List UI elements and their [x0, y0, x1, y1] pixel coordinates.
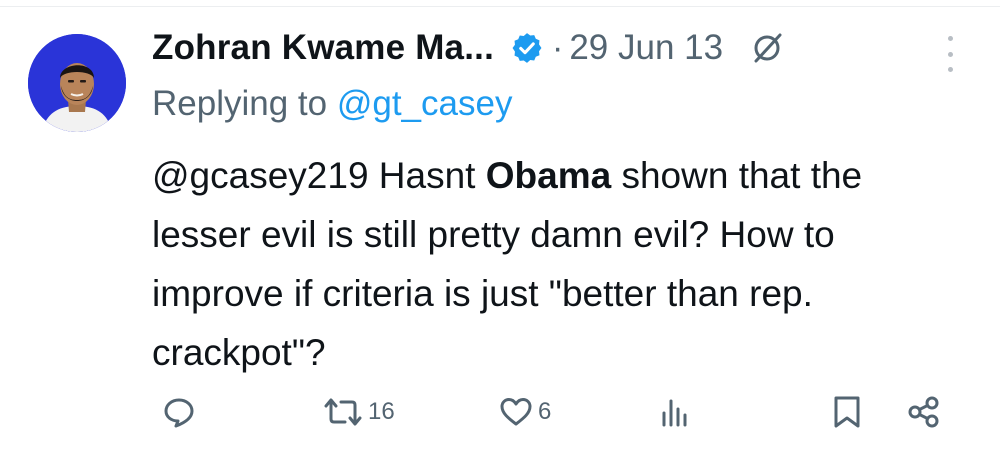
more-options-icon[interactable]	[940, 36, 960, 72]
dot-separator: ·	[552, 28, 564, 67]
retweet-count: 16	[368, 398, 395, 425]
speech-bubble-icon	[162, 395, 196, 429]
prohibited-circle-icon	[751, 31, 785, 65]
tweet-header: Zohran Kwame Ma... · 29 Jun 13	[152, 28, 785, 68]
action-bar: 16 6	[0, 388, 1000, 436]
replying-to: Replying to @gt_casey	[152, 84, 512, 124]
top-divider	[0, 6, 1000, 7]
views-button[interactable]	[658, 388, 692, 436]
verified-badge-icon	[510, 31, 544, 65]
share-icon	[906, 394, 942, 430]
bar-chart-icon	[658, 395, 692, 429]
like-count: 6	[538, 398, 552, 425]
bookmark-button[interactable]	[830, 388, 864, 436]
like-button[interactable]: 6	[498, 388, 551, 436]
tweet-text-part1: @gcasey219 Hasnt	[152, 155, 486, 196]
replying-prefix: Replying to	[152, 84, 337, 123]
tweet-date[interactable]: 29 Jun 13	[569, 28, 723, 68]
replying-handle-link[interactable]: @gt_casey	[337, 84, 513, 123]
author-name[interactable]: Zohran Kwame Ma...	[152, 28, 494, 68]
tweet-text: @gcasey219 Hasnt Obama shown that the le…	[152, 146, 952, 382]
tweet-text-bold: Obama	[485, 155, 612, 196]
retweet-button[interactable]: 16	[322, 388, 395, 436]
avatar-image	[28, 34, 126, 132]
avatar[interactable]	[28, 34, 126, 132]
reply-button[interactable]	[162, 388, 196, 436]
retweet-icon	[322, 395, 364, 429]
bookmark-icon	[830, 394, 864, 430]
share-button[interactable]	[906, 388, 942, 436]
heart-icon	[498, 395, 534, 429]
